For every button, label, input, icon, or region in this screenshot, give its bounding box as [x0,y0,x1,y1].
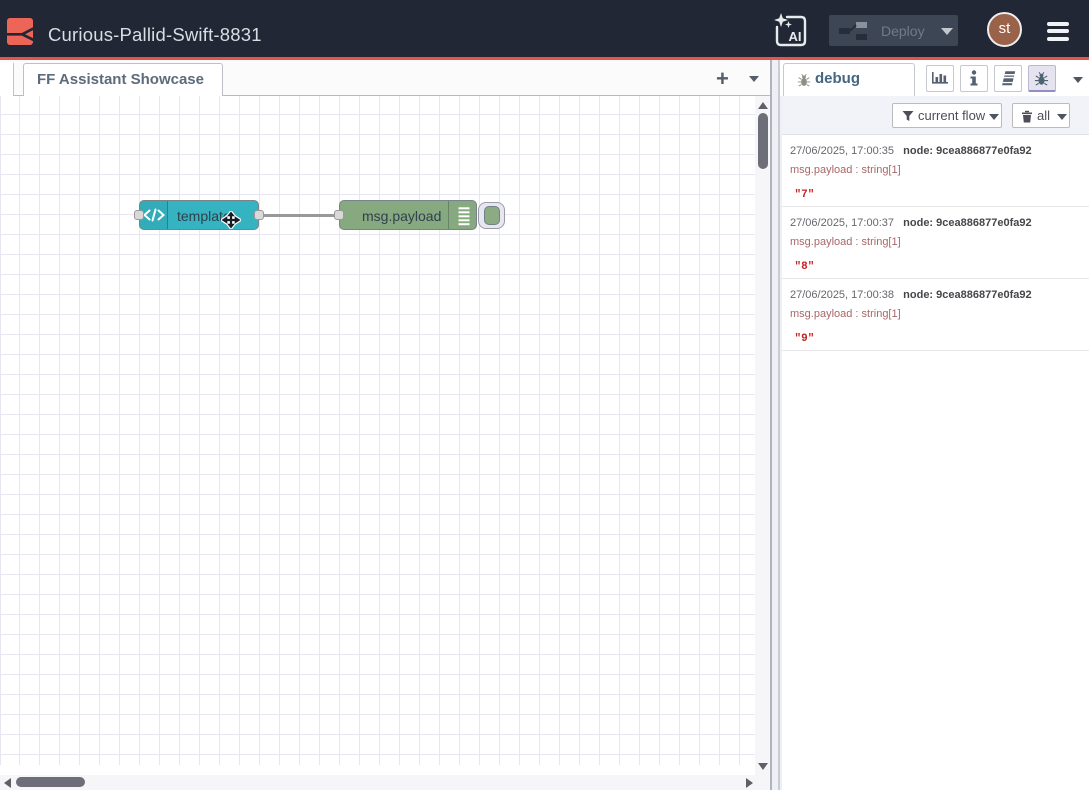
svg-text:AI: AI [789,29,802,44]
